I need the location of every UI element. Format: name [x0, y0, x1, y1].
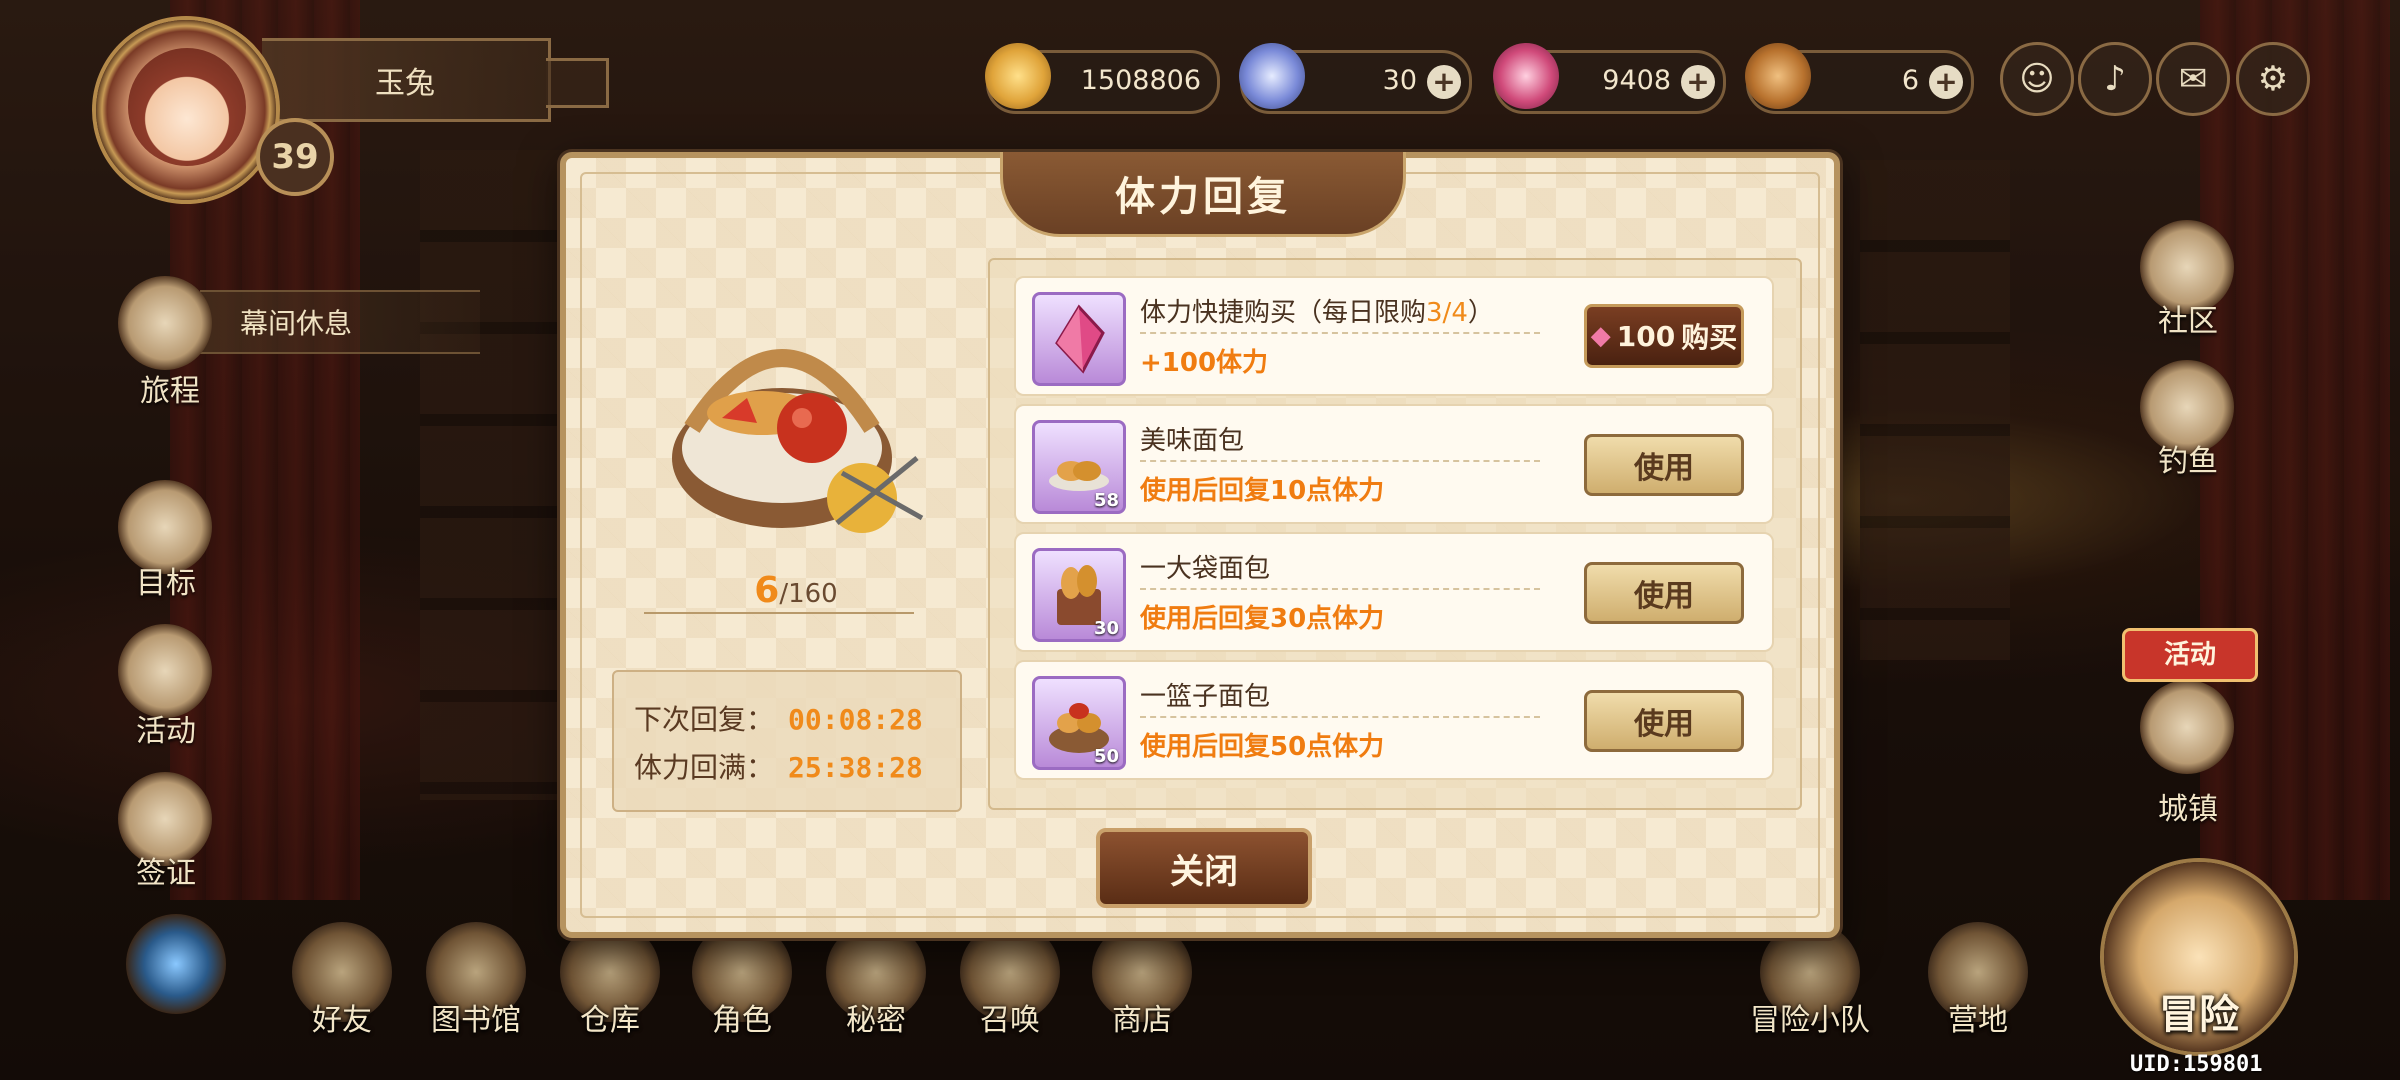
community-label[interactable]: 社区: [2158, 296, 2218, 340]
list-item: 58 美味面包 使用后回复10点体力 使用: [1014, 404, 1774, 524]
uid-text: UID:159801: [2130, 1052, 2263, 1077]
gold-coin-icon: [985, 43, 1051, 109]
diamond-value: 30: [1382, 65, 1417, 96]
currency-bread[interactable]: 6 +: [1745, 43, 1974, 114]
item-desc: 使用后回复50点体力: [1140, 732, 1385, 762]
recovery-timer-box: 下次回复： 00:08:28 体力回满： 25:38:28: [612, 670, 962, 812]
row-divider: [1140, 716, 1540, 718]
gold-value: 1508806: [1080, 65, 1201, 96]
buy-label: 购买: [1681, 321, 1738, 354]
announcement-icon[interactable]: ♪: [2078, 42, 2152, 116]
player-name: 玉兔: [375, 66, 435, 101]
item-name: 美味面包: [1140, 426, 1245, 456]
nav-friends[interactable]: 好友: [277, 995, 407, 1039]
activity-character-icon[interactable]: [118, 624, 212, 718]
mail-icon[interactable]: ✉: [2156, 42, 2230, 116]
passport-label[interactable]: 签证: [136, 848, 196, 892]
add-crystal-button[interactable]: +: [1681, 65, 1715, 99]
currency-crystal[interactable]: 9408 +: [1493, 43, 1726, 114]
currency-gold[interactable]: 1508806: [985, 43, 1220, 114]
journey-status-text: 幕间休息: [240, 307, 353, 340]
row-divider: [1140, 332, 1540, 334]
stamina-current: 6: [754, 570, 780, 611]
list-item: 50 一篮子面包 使用后回复50点体力 使用: [1014, 660, 1774, 780]
player-level-badge: 39: [256, 118, 334, 196]
item-desc: 使用后回复30点体力: [1140, 604, 1385, 634]
item-count: 30: [1093, 618, 1119, 639]
dialog-title: 体力回复: [1000, 152, 1406, 237]
tasty-bread-icon: 58: [1032, 420, 1126, 514]
diamond-icon: [1239, 43, 1305, 109]
settings-gear-icon[interactable]: ⚙: [2236, 42, 2310, 116]
nav-camp[interactable]: 营地: [1913, 995, 2043, 1039]
item-name: 一大袋面包: [1140, 554, 1271, 584]
nav-summon[interactable]: 召唤: [945, 995, 1075, 1039]
stamina-recovery-dialog: 体力回复 6/160 下次回复： 00:08:28 体力回满： 25:38:28 体…: [560, 152, 1840, 938]
full-recover-time: 25:38:28: [788, 751, 923, 784]
purchase-limit: 3/4: [1426, 298, 1468, 328]
quick-buy-title-end: ）: [1467, 298, 1494, 328]
town-label[interactable]: 城镇: [2158, 784, 2218, 828]
fishing-label[interactable]: 钓鱼: [2158, 436, 2218, 480]
item-count: 50: [1093, 746, 1119, 767]
activity-label[interactable]: 活动: [136, 706, 196, 750]
item-count: 58: [1093, 490, 1119, 511]
goal-label[interactable]: 目标: [136, 558, 196, 602]
next-recover-label: 下次回复：: [634, 703, 775, 736]
next-recover-time: 00:08:28: [788, 703, 923, 736]
item-crystal-icon: [1032, 292, 1126, 386]
row-divider: [1140, 460, 1540, 462]
quick-buy-title: 体力快捷购买（每日限购: [1140, 298, 1427, 328]
journey-label[interactable]: 旅程: [140, 366, 200, 410]
buy-price: 100: [1616, 319, 1676, 353]
nav-shop[interactable]: 商店: [1077, 995, 1207, 1039]
event-badge[interactable]: 活动: [2122, 628, 2258, 682]
bread-value: 6: [1901, 65, 1919, 96]
item-desc: 使用后回复10点体力: [1140, 476, 1385, 506]
currency-diamond[interactable]: 30 +: [1239, 43, 1472, 114]
item-name: 一篮子面包: [1140, 682, 1271, 712]
item-desc: +100体力: [1140, 348, 1269, 378]
recovery-options-list: 体力快捷购买（每日限购3/4） +100体力 ◆ 100 购买 58 美味面包 使用…: [988, 258, 1802, 810]
adventure-label[interactable]: 冒险: [2134, 982, 2264, 1040]
name-plate-ornament: [546, 58, 609, 108]
add-bread-button[interactable]: +: [1929, 65, 1963, 99]
list-item: 30 一大袋面包 使用后回复30点体力 使用: [1014, 532, 1774, 652]
player-name-plate[interactable]: 玉兔: [262, 38, 551, 122]
avatar[interactable]: [128, 48, 246, 166]
use-button[interactable]: 使用: [1584, 434, 1744, 496]
crystal-icon: [1493, 43, 1559, 109]
nav-warehouse[interactable]: 仓库: [545, 995, 675, 1039]
bread-icon: [1745, 43, 1811, 109]
journey-status-plate[interactable]: 幕间休息: [200, 290, 480, 354]
nav-library[interactable]: 图书馆: [411, 995, 541, 1039]
bread-bag-icon: 30: [1032, 548, 1126, 642]
row-divider: [1140, 588, 1540, 590]
nav-adventure-team[interactable]: 冒险小队: [1745, 995, 1875, 1039]
stamina-counter: 6/160: [646, 570, 946, 611]
compass-menu-icon[interactable]: [126, 914, 226, 1014]
use-button[interactable]: 使用: [1584, 690, 1744, 752]
use-button[interactable]: 使用: [1584, 562, 1744, 624]
journey-scroll-icon[interactable]: [118, 276, 212, 370]
add-diamond-button[interactable]: +: [1427, 65, 1461, 99]
full-recover-label: 体力回满：: [634, 751, 775, 784]
buy-button[interactable]: ◆ 100 购买: [1584, 304, 1744, 368]
stamina-max: /160: [779, 579, 838, 609]
nav-secret[interactable]: 秘密: [811, 995, 941, 1039]
bread-basket-icon: [672, 349, 924, 533]
crystal-price-icon: ◆: [1590, 321, 1611, 351]
face-icon[interactable]: ☺: [2000, 42, 2074, 116]
bread-basket-item-icon: 50: [1032, 676, 1126, 770]
crystal-value: 9408: [1602, 65, 1671, 96]
full-recover-row: 体力回满： 25:38:28: [634, 746, 923, 786]
nav-character[interactable]: 角色: [677, 995, 807, 1039]
next-recover-row: 下次回复： 00:08:28: [634, 698, 923, 738]
list-item: 体力快捷购买（每日限购3/4） +100体力 ◆ 100 购买: [1014, 276, 1774, 396]
town-icon[interactable]: [2140, 680, 2234, 774]
close-button[interactable]: 关闭: [1096, 828, 1312, 908]
stamina-divider: [644, 612, 914, 614]
item-name: 体力快捷购买（每日限购3/4）: [1140, 292, 1494, 329]
